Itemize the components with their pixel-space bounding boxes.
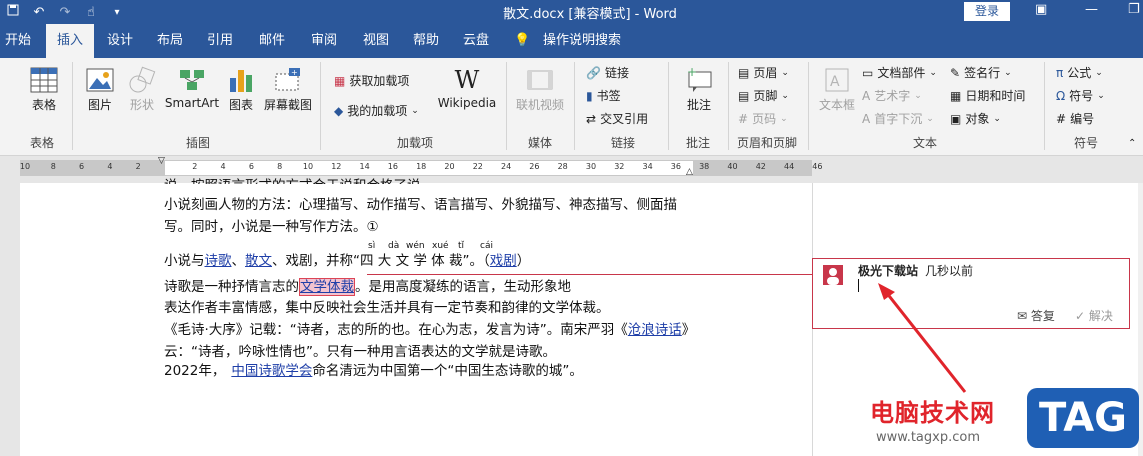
- watermark-text: 电脑技术网: [870, 399, 995, 427]
- watermark-url: www.tagxp.com: [876, 430, 980, 445]
- annotation-arrow: [878, 283, 967, 393]
- watermark-logo: TAG: [1027, 388, 1139, 448]
